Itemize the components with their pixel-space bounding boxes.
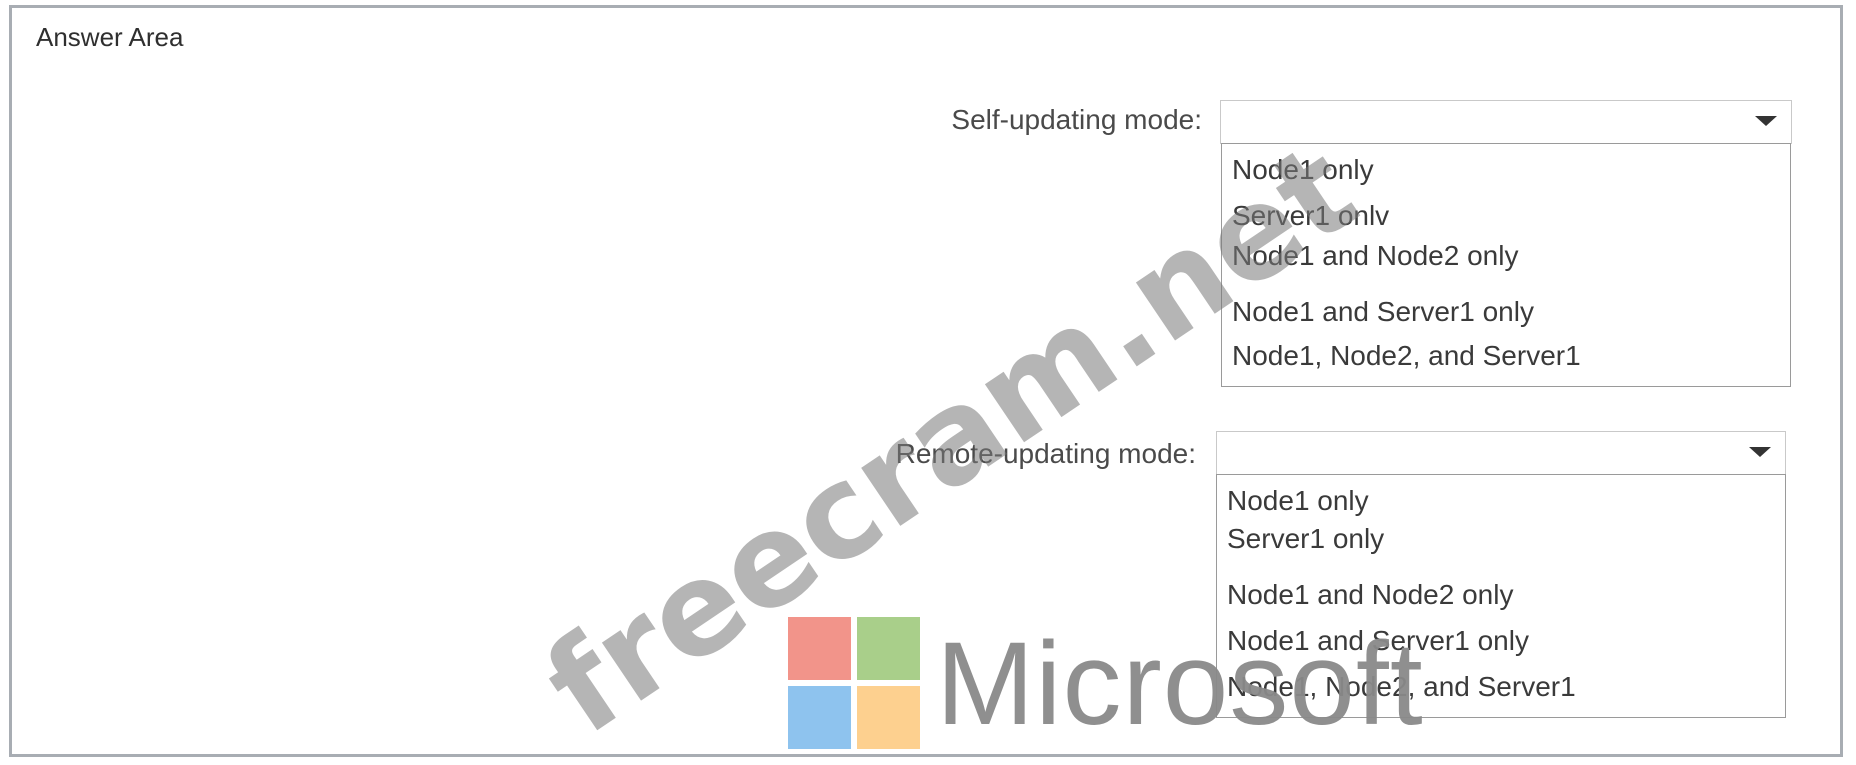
logo-square-red xyxy=(788,617,851,680)
remote-updating-options-list: Node1 only Server1 only Node1 and Node2 … xyxy=(1216,474,1786,718)
logo-square-green xyxy=(857,617,920,680)
remote-updating-option[interactable]: Node1 and Server1 only xyxy=(1227,625,1529,657)
logo-square-blue xyxy=(788,686,851,749)
self-updating-option[interactable]: Node1 and Server1 only xyxy=(1232,296,1534,328)
self-updating-option[interactable]: Server1 onlv xyxy=(1232,200,1389,232)
microsoft-logo-icon xyxy=(788,617,922,751)
self-updating-option[interactable]: Node1 only xyxy=(1232,154,1374,186)
self-updating-option[interactable]: Node1, Node2, and Server1 xyxy=(1232,340,1581,372)
self-updating-label: Self-updating mode: xyxy=(951,104,1202,135)
chevron-down-icon[interactable] xyxy=(1749,447,1771,457)
remote-updating-dropdown[interactable] xyxy=(1216,431,1786,475)
remote-updating-option[interactable]: Node1 only xyxy=(1227,485,1369,517)
chevron-down-icon[interactable] xyxy=(1755,116,1777,126)
logo-square-yellow xyxy=(857,686,920,749)
remote-updating-label: Remote-updating mode: xyxy=(895,438,1196,469)
self-updating-option[interactable]: Node1 and Node2 only xyxy=(1232,240,1518,272)
remote-updating-option[interactable]: Node1 and Node2 only xyxy=(1227,579,1513,611)
self-updating-options-list: Node1 only Server1 onlv Node1 and Node2 … xyxy=(1221,143,1791,387)
remote-updating-option[interactable]: Server1 only xyxy=(1227,523,1384,555)
answer-area-title: Answer Area xyxy=(36,22,184,52)
remote-updating-option[interactable]: Node1, Node2, and Server1 xyxy=(1227,671,1576,703)
self-updating-dropdown[interactable] xyxy=(1220,100,1792,144)
